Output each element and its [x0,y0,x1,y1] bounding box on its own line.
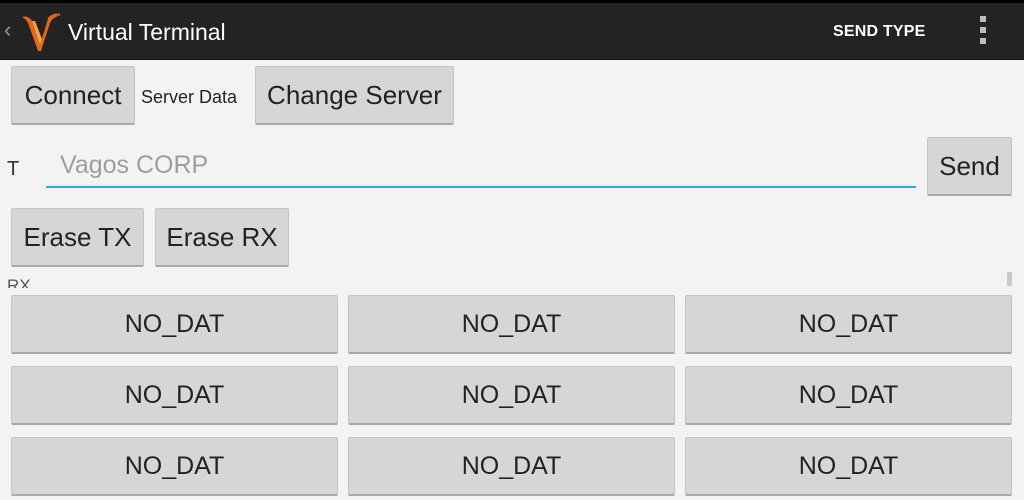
erase-rx-button[interactable]: Erase RX [155,208,289,267]
data-button-3[interactable]: NO_DAT [685,295,1012,354]
erase-tx-button[interactable]: Erase TX [11,208,144,267]
send-type-menu-button[interactable]: SEND TYPE [833,22,926,42]
app-title: Virtual Terminal [68,19,226,45]
back-chevron-icon[interactable]: ‹ [4,19,11,41]
data-button-7[interactable]: NO_DAT [11,437,338,496]
data-button-4[interactable]: NO_DAT [11,366,338,425]
data-button-6[interactable]: NO_DAT [685,366,1012,425]
send-button[interactable]: Send [927,137,1012,196]
tx-label: T [7,158,20,180]
rx-scrollbar[interactable] [1007,272,1012,286]
action-bar: ‹ Virtual Terminal SEND TYPE [0,0,1024,60]
vagos-logo-icon[interactable] [18,11,62,55]
overflow-menu-icon[interactable] [976,16,990,50]
change-server-button[interactable]: Change Server [255,66,454,125]
data-button-8[interactable]: NO_DAT [348,437,675,496]
rx-label: RX [7,276,31,288]
connect-button[interactable]: Connect [11,66,135,125]
tx-input[interactable] [46,145,916,188]
data-button-5[interactable]: NO_DAT [348,366,675,425]
server-data-label: Server Data [141,87,238,107]
data-button-2[interactable]: NO_DAT [348,295,675,354]
data-button-1[interactable]: NO_DAT [11,295,338,354]
data-button-9[interactable]: NO_DAT [685,437,1012,496]
